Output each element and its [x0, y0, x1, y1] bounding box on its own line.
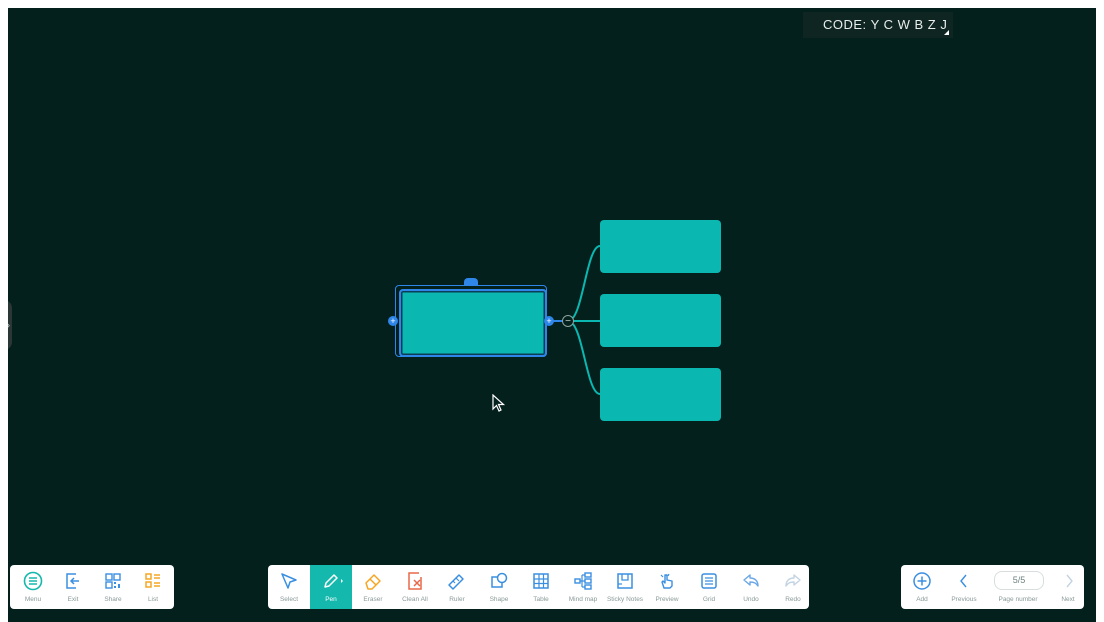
add-label: Add — [916, 596, 928, 603]
table-tool-button[interactable]: Table — [520, 565, 562, 609]
preview-button[interactable]: Preview — [646, 565, 688, 609]
page-number-label: Page number — [998, 596, 1038, 603]
sticky-notes-icon — [617, 573, 633, 589]
qr-share-icon — [105, 573, 121, 589]
pen-tool-button[interactable]: Pen — [310, 565, 352, 609]
chevron-right-icon — [1066, 574, 1073, 588]
list-button[interactable]: List — [132, 565, 174, 609]
add-node-left-handle[interactable]: + — [388, 316, 398, 326]
undo-icon — [743, 574, 759, 587]
previous-label: Previous — [951, 596, 977, 603]
ruler-icon — [448, 574, 464, 590]
grid-label: Grid — [702, 596, 716, 603]
share-label: Share — [104, 596, 122, 603]
clean-all-button[interactable]: Clean All — [394, 565, 436, 609]
mind-map-child-node-3[interactable] — [600, 368, 721, 421]
page-toolbar: Add Previous 5/5 Page number Next — [901, 565, 1084, 609]
undo-label: Undo — [743, 596, 759, 603]
next-label: Next — [1061, 596, 1075, 603]
exit-label: Exit — [67, 596, 79, 603]
menu-button[interactable]: Menu — [12, 565, 54, 609]
share-button[interactable]: Share — [92, 565, 134, 609]
mind-map-label: Mind map — [568, 596, 598, 603]
preview-label: Preview — [655, 596, 679, 603]
shape-icon — [491, 572, 508, 588]
select-arrow-icon — [281, 573, 297, 589]
table-icon — [533, 573, 549, 589]
connector-to-child-1 — [567, 245, 601, 322]
ruler-label: Ruler — [449, 596, 465, 603]
previous-page-button[interactable]: Previous — [943, 565, 985, 609]
mind-map-root-node[interactable] — [399, 289, 547, 357]
next-page-button[interactable]: Next — [1053, 565, 1083, 609]
node-options-handle[interactable] — [464, 278, 478, 286]
table-label: Table — [533, 596, 549, 603]
preview-hand-icon — [660, 573, 673, 589]
redo-label: Redo — [785, 596, 801, 603]
add-icon — [913, 572, 931, 590]
eraser-tool-button[interactable]: Eraser — [352, 565, 394, 609]
sticky-notes-button[interactable]: Sticky Notes — [604, 565, 646, 609]
main-toolbar: Select Pen Eraser Clean All Ruler Shape … — [268, 565, 809, 609]
left-toolbar: Menu Exit Share List — [10, 565, 174, 609]
clean-all-label: Clean All — [402, 596, 428, 603]
menu-icon — [23, 571, 43, 591]
grid-button[interactable]: Grid — [688, 565, 730, 609]
grid-icon — [701, 573, 717, 589]
select-tool-button[interactable]: Select — [268, 565, 310, 609]
pen-label: Pen — [325, 596, 337, 603]
eraser-icon — [365, 574, 381, 590]
exit-button[interactable]: Exit — [52, 565, 94, 609]
connector-to-child-3 — [567, 320, 601, 395]
mind-map-tool-button[interactable]: Mind map — [562, 565, 604, 609]
redo-button[interactable]: Redo — [772, 565, 814, 609]
redo-icon — [785, 574, 801, 587]
add-page-button[interactable]: Add — [901, 565, 943, 609]
eraser-label: Eraser — [363, 596, 383, 603]
menu-label: Menu — [24, 596, 42, 603]
ruler-tool-button[interactable]: Ruler — [436, 565, 478, 609]
mind-map-child-node-2[interactable] — [600, 294, 721, 347]
shape-tool-button[interactable]: Shape — [478, 565, 520, 609]
mind-map-child-node-1[interactable] — [600, 220, 721, 273]
shape-label: Shape — [489, 596, 509, 603]
collapse-toggle[interactable]: − — [562, 315, 574, 327]
chevron-left-icon — [960, 574, 967, 588]
mind-map-icon — [574, 572, 592, 590]
pen-icon — [324, 574, 343, 588]
select-label: Select — [279, 596, 299, 603]
mind-map-connectors — [549, 245, 601, 395]
page-number-field[interactable]: 5/5 — [994, 571, 1044, 590]
undo-button[interactable]: Undo — [730, 565, 772, 609]
exit-icon — [66, 573, 79, 589]
clean-all-icon — [408, 572, 422, 590]
whiteboard-canvas[interactable]: CODE: Y C W B Z J › + + − — [8, 8, 1096, 622]
list-icon — [145, 573, 160, 588]
add-node-right-handle[interactable]: + — [544, 316, 554, 326]
list-label: List — [147, 596, 159, 603]
sticky-notes-label: Sticky Notes — [606, 596, 644, 603]
mouse-cursor-icon — [492, 394, 506, 412]
